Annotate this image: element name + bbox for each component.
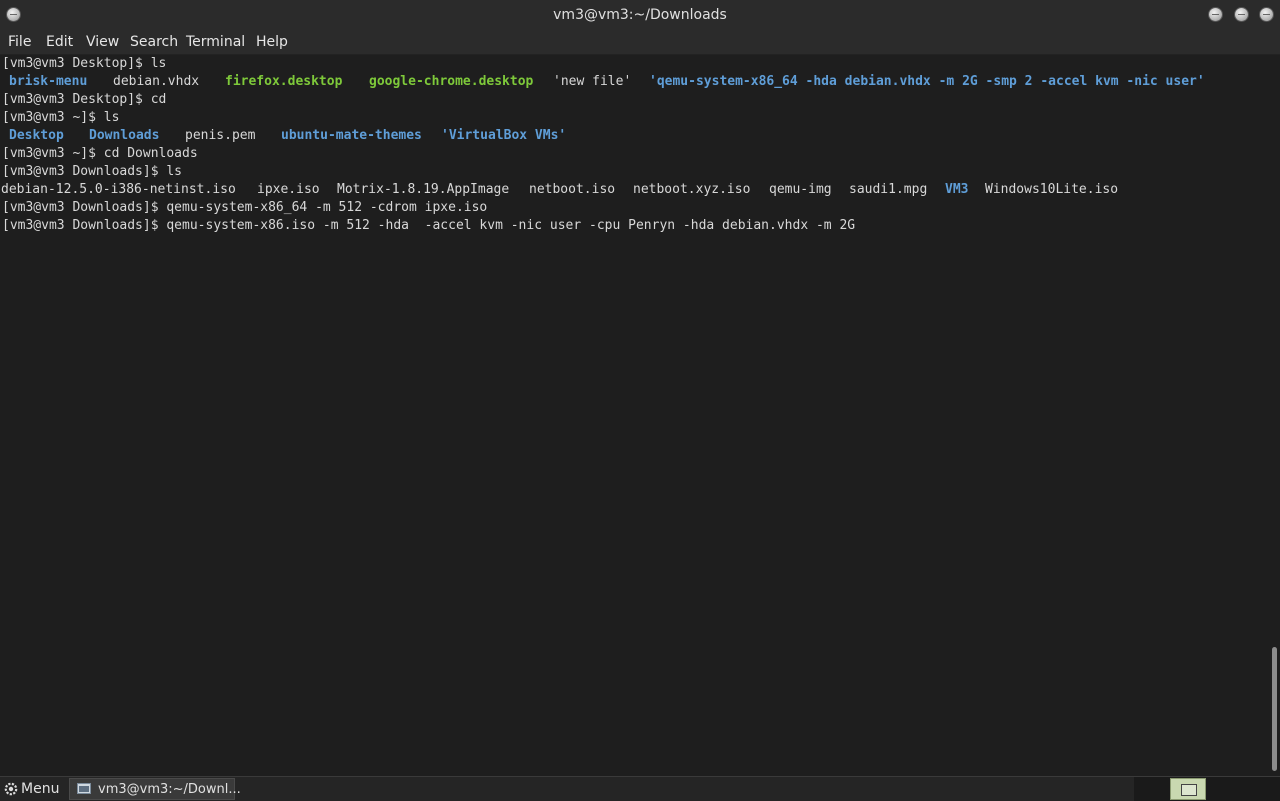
- ls-entry-directory: VM3: [945, 182, 969, 197]
- close-icon[interactable]: [1260, 8, 1273, 21]
- menu-help[interactable]: Help: [256, 30, 288, 54]
- terminal-window-icon: [77, 783, 91, 794]
- workspace-window-thumbnail: [1181, 784, 1197, 796]
- ls-entry-file: ipxe.iso: [257, 182, 320, 197]
- ls-entry-directory: 'qemu-system-x86_64 -hda debian.vhdx -m …: [649, 74, 1205, 89]
- terminal-line: [vm3@vm3 ~]$ ls: [2, 110, 120, 125]
- ls-entry-file: netboot.iso: [529, 182, 616, 197]
- system-tray: [1134, 777, 1280, 801]
- terminal-output[interactable]: [vm3@vm3 Desktop]$ ls brisk-menu debian.…: [0, 55, 1268, 775]
- taskbar-window-button[interactable]: vm3@vm3:~/Downl...: [69, 778, 241, 800]
- title-bar: vm3@vm3:~/Downloads: [0, 0, 1280, 30]
- menu-bar: File Edit View Search Terminal Help: [0, 30, 1280, 55]
- ls-entry-file: Motrix-1.8.19.AppImage: [337, 182, 510, 197]
- gear-icon: [4, 782, 18, 796]
- menu-terminal[interactable]: Terminal: [186, 30, 245, 54]
- terminal-line: brisk-menu debian.vhdx firefox.desktop g…: [2, 73, 1205, 91]
- terminal-line: [vm3@vm3 Desktop]$ ls: [2, 56, 167, 71]
- workspace-switcher-icon[interactable]: [1170, 778, 1206, 800]
- ls-entry-file: debian-12.5.0-i386-netinst.iso: [1, 182, 236, 197]
- menu-view[interactable]: View: [86, 30, 119, 54]
- terminal-scrollbar[interactable]: [1268, 55, 1280, 775]
- ls-entry-file: debian.vhdx: [113, 74, 200, 89]
- ls-entry-directory: Downloads: [89, 128, 160, 143]
- menu-button[interactable]: Menu: [0, 777, 62, 801]
- ls-entry-executable: firefox.desktop: [225, 74, 343, 89]
- terminal-line: [vm3@vm3 Downloads]$ qemu-system-x86.iso…: [2, 218, 856, 233]
- terminal-line: [vm3@vm3 Desktop]$ cd: [2, 92, 167, 107]
- ls-entry-directory: 'VirtualBox VMs': [441, 128, 567, 143]
- terminal-line: [vm3@vm3 Downloads]$ qemu-system-x86_64 …: [2, 200, 488, 215]
- terminal-line: debian-12.5.0-i386-netinst.iso ipxe.iso …: [1, 181, 1118, 199]
- maximize-icon[interactable]: [1235, 8, 1248, 21]
- menu-button-label: Menu: [21, 781, 60, 797]
- ls-entry-file: qemu-img: [769, 182, 832, 197]
- menu-file[interactable]: File: [8, 30, 31, 54]
- ls-entry-file: 'new file': [553, 74, 632, 89]
- ls-entry-file: Windows10Lite.iso: [985, 182, 1119, 197]
- ls-entry-file: penis.pem: [185, 128, 256, 143]
- window-title: vm3@vm3:~/Downloads: [553, 7, 727, 23]
- ls-entry-file: saudi1.mpg: [849, 182, 928, 197]
- terminal-line: Desktop Downloads penis.pem ubuntu-mate-…: [2, 127, 566, 145]
- taskbar-window-label: vm3@vm3:~/Downl...: [98, 782, 241, 797]
- terminal-line: [vm3@vm3 ~]$ cd Downloads: [2, 146, 198, 161]
- ls-entry-executable: google-chrome.desktop: [369, 74, 534, 89]
- minimize-icon[interactable]: [1209, 8, 1222, 21]
- ls-entry-directory: ubuntu-mate-themes: [281, 128, 422, 143]
- terminal-line: [vm3@vm3 Downloads]$ ls: [2, 164, 183, 179]
- menu-edit[interactable]: Edit: [46, 30, 73, 54]
- ls-entry-directory: Desktop: [9, 128, 64, 143]
- taskbar: Menu vm3@vm3:~/Downl...: [0, 776, 1280, 801]
- scrollbar-thumb[interactable]: [1272, 647, 1277, 771]
- ls-entry-directory: brisk-menu: [9, 74, 88, 89]
- menu-search[interactable]: Search: [130, 30, 178, 54]
- ls-entry-file: netboot.xyz.iso: [633, 182, 751, 197]
